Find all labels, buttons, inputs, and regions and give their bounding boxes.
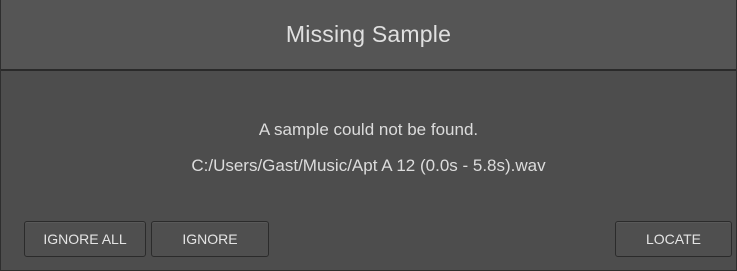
ignore-all-button[interactable]: IGNORE ALL xyxy=(24,221,146,257)
dialog-message: A sample could not be found. xyxy=(258,120,479,139)
ignore-button[interactable]: IGNORE xyxy=(151,221,269,257)
dialog-title-bar: Missing Sample xyxy=(1,0,736,71)
missing-sample-dialog: Missing Sample A sample could not be fou… xyxy=(0,0,737,271)
locate-button[interactable]: LOCATE xyxy=(615,221,732,257)
missing-file-path: C:/Users/Gast/Music/Apt A 12 (0.0s - 5.8… xyxy=(191,156,546,175)
dialog-title: Missing Sample xyxy=(285,21,452,47)
